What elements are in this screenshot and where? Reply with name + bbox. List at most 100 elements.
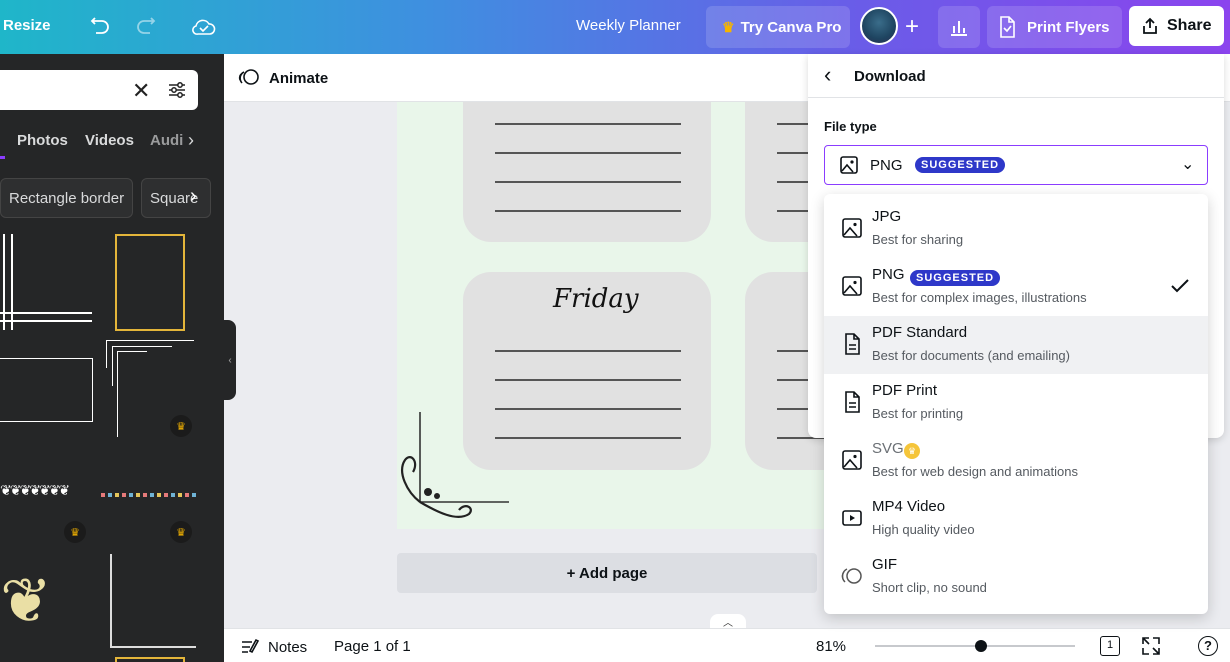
option-jpg[interactable]: JPG Best for sharing bbox=[824, 200, 1208, 258]
share-icon bbox=[1143, 17, 1157, 34]
option-name: JPG bbox=[872, 208, 902, 225]
tab-videos[interactable]: Videos bbox=[85, 132, 134, 149]
option-name: GIF bbox=[872, 556, 897, 573]
animate-icon bbox=[238, 69, 259, 85]
suggested-badge: SUGGESTED bbox=[910, 270, 1001, 286]
cloud-saved-icon[interactable] bbox=[189, 12, 219, 42]
animate-label: Animate bbox=[269, 69, 329, 87]
option-mp4[interactable]: MP4 Video High quality video bbox=[824, 490, 1208, 548]
clear-search-icon[interactable]: ✕ bbox=[132, 78, 150, 104]
dotted-border-thumbnail[interactable] bbox=[101, 493, 199, 497]
image-icon bbox=[842, 276, 862, 296]
selected-file-type: PNG bbox=[870, 157, 903, 174]
document-icon bbox=[845, 391, 860, 413]
elements-panel: ✕ Photos Videos Audi › Rectangle border … bbox=[0, 54, 224, 662]
option-name: MP4 Video bbox=[872, 498, 946, 515]
option-pdf-standard[interactable]: PDF Standard Best for documents (and ema… bbox=[824, 316, 1208, 374]
option-desc: Best for complex images, illustrations bbox=[872, 290, 1087, 305]
chevron-down-icon: ⌄ bbox=[1181, 156, 1195, 173]
option-desc: Best for sharing bbox=[872, 232, 964, 247]
analytics-button[interactable] bbox=[938, 6, 980, 48]
tab-photos[interactable]: Photos bbox=[17, 132, 68, 149]
sketch-corner-thumbnail[interactable] bbox=[108, 554, 196, 650]
chips-next-icon[interactable]: › bbox=[190, 185, 197, 208]
search-input[interactable]: ✕ bbox=[0, 70, 198, 110]
fullscreen-icon[interactable] bbox=[1142, 637, 1160, 655]
option-gif[interactable]: GIF Short clip, no sound bbox=[824, 548, 1208, 606]
pro-crown-icon: ♛ bbox=[64, 521, 86, 543]
page-indicator[interactable]: Page 1 of 1 bbox=[334, 638, 411, 655]
option-name: SVG bbox=[872, 440, 904, 457]
page-count-label: 1 bbox=[1106, 639, 1114, 651]
resize-button[interactable]: Resize bbox=[3, 17, 51, 34]
laurel-thumbnail[interactable]: ❦❦❦❦❦❦❦ bbox=[0, 482, 92, 502]
notes-label: Notes bbox=[268, 638, 308, 656]
animate-button[interactable]: Animate bbox=[238, 68, 328, 88]
tab-audio[interactable]: Audi bbox=[150, 132, 188, 149]
print-document-icon bbox=[1000, 16, 1015, 38]
day-card[interactable] bbox=[463, 102, 711, 242]
filter-icon[interactable] bbox=[167, 80, 187, 100]
user-avatar[interactable] bbox=[860, 7, 898, 45]
option-png[interactable]: PNG SUGGESTED Best for complex images, i… bbox=[824, 258, 1208, 316]
chevron-left-icon: ‹ bbox=[228, 354, 232, 366]
border-thumbnail-rect[interactable] bbox=[0, 358, 93, 422]
gold-thumbnail-partial[interactable] bbox=[115, 657, 185, 662]
document-icon bbox=[845, 333, 860, 355]
back-chevron-icon[interactable]: ‹ bbox=[824, 62, 831, 88]
writing-line bbox=[495, 210, 681, 212]
zoom-slider-thumb[interactable] bbox=[975, 640, 987, 652]
try-pro-button[interactable]: ♛ Try Canva Pro bbox=[706, 6, 850, 48]
undo-icon[interactable] bbox=[85, 12, 115, 42]
try-pro-label: Try Canva Pro bbox=[740, 18, 842, 36]
option-name: PDF Standard bbox=[872, 324, 968, 341]
notes-icon bbox=[242, 638, 260, 654]
footer-bar: Notes Page 1 of 1 81% 1 ? bbox=[224, 628, 1230, 662]
zoom-slider[interactable] bbox=[875, 640, 1075, 652]
writing-line bbox=[495, 437, 681, 439]
option-svg[interactable]: SVG ♛ Best for web design and animations bbox=[824, 432, 1208, 490]
gif-icon bbox=[841, 568, 862, 584]
collapse-panel-button[interactable]: ‹ bbox=[224, 320, 236, 400]
top-bar: Resize Weekly Planner ♛ Try Canva Pro + … bbox=[0, 0, 1230, 54]
tabs-next-icon[interactable]: › bbox=[188, 130, 194, 151]
border-thumbnail-lines[interactable] bbox=[0, 234, 94, 332]
option-desc: Best for documents (and emailing) bbox=[872, 348, 1070, 363]
design-title[interactable]: Weekly Planner bbox=[576, 17, 681, 34]
notes-button[interactable]: Notes bbox=[240, 638, 307, 656]
pro-crown-icon: ♛ bbox=[170, 521, 192, 543]
print-flyers-label: Print Flyers bbox=[1027, 18, 1110, 36]
share-button[interactable]: Share bbox=[1129, 6, 1224, 46]
download-title: Download bbox=[854, 68, 926, 85]
floral-corner-ornament[interactable] bbox=[397, 412, 513, 528]
chip-square[interactable]: Square bbox=[141, 178, 211, 218]
floral-corner-thumbnail[interactable]: ❦ bbox=[0, 552, 95, 652]
option-name: PNG bbox=[872, 266, 905, 283]
active-tab-indicator bbox=[0, 156, 5, 159]
file-type-label: File type bbox=[824, 119, 877, 134]
page-count-icon[interactable]: 1 bbox=[1100, 636, 1120, 656]
image-icon bbox=[840, 156, 858, 174]
print-flyers-button[interactable]: Print Flyers bbox=[987, 6, 1122, 48]
option-pdf-print[interactable]: PDF Print Best for printing bbox=[824, 374, 1208, 432]
show-pages-chevron-icon[interactable]: ︿ bbox=[710, 614, 746, 629]
pro-crown-icon: ♛ bbox=[904, 443, 920, 459]
chip-rectangle-border[interactable]: Rectangle border bbox=[0, 178, 134, 218]
redo-icon[interactable] bbox=[131, 12, 161, 42]
writing-line bbox=[495, 408, 681, 410]
video-icon bbox=[842, 510, 862, 526]
border-thumbnail-gold[interactable] bbox=[115, 234, 185, 331]
option-desc: Best for printing bbox=[872, 406, 964, 421]
help-icon[interactable]: ? bbox=[1198, 636, 1218, 656]
option-name: PDF Print bbox=[872, 382, 938, 399]
writing-line bbox=[495, 350, 681, 352]
add-page-button[interactable]: + Add page bbox=[397, 553, 817, 593]
day-heading: Friday bbox=[553, 284, 639, 314]
option-desc: High quality video bbox=[872, 522, 975, 537]
bar-chart-icon bbox=[951, 21, 967, 36]
option-desc: Short clip, no sound bbox=[872, 580, 987, 595]
crown-icon: ♛ bbox=[722, 18, 735, 35]
pro-crown-icon: ♛ bbox=[170, 415, 192, 437]
add-collaborator-icon[interactable]: + bbox=[897, 12, 927, 42]
file-type-select[interactable]: PNG SUGGESTED ⌄ bbox=[824, 145, 1208, 185]
